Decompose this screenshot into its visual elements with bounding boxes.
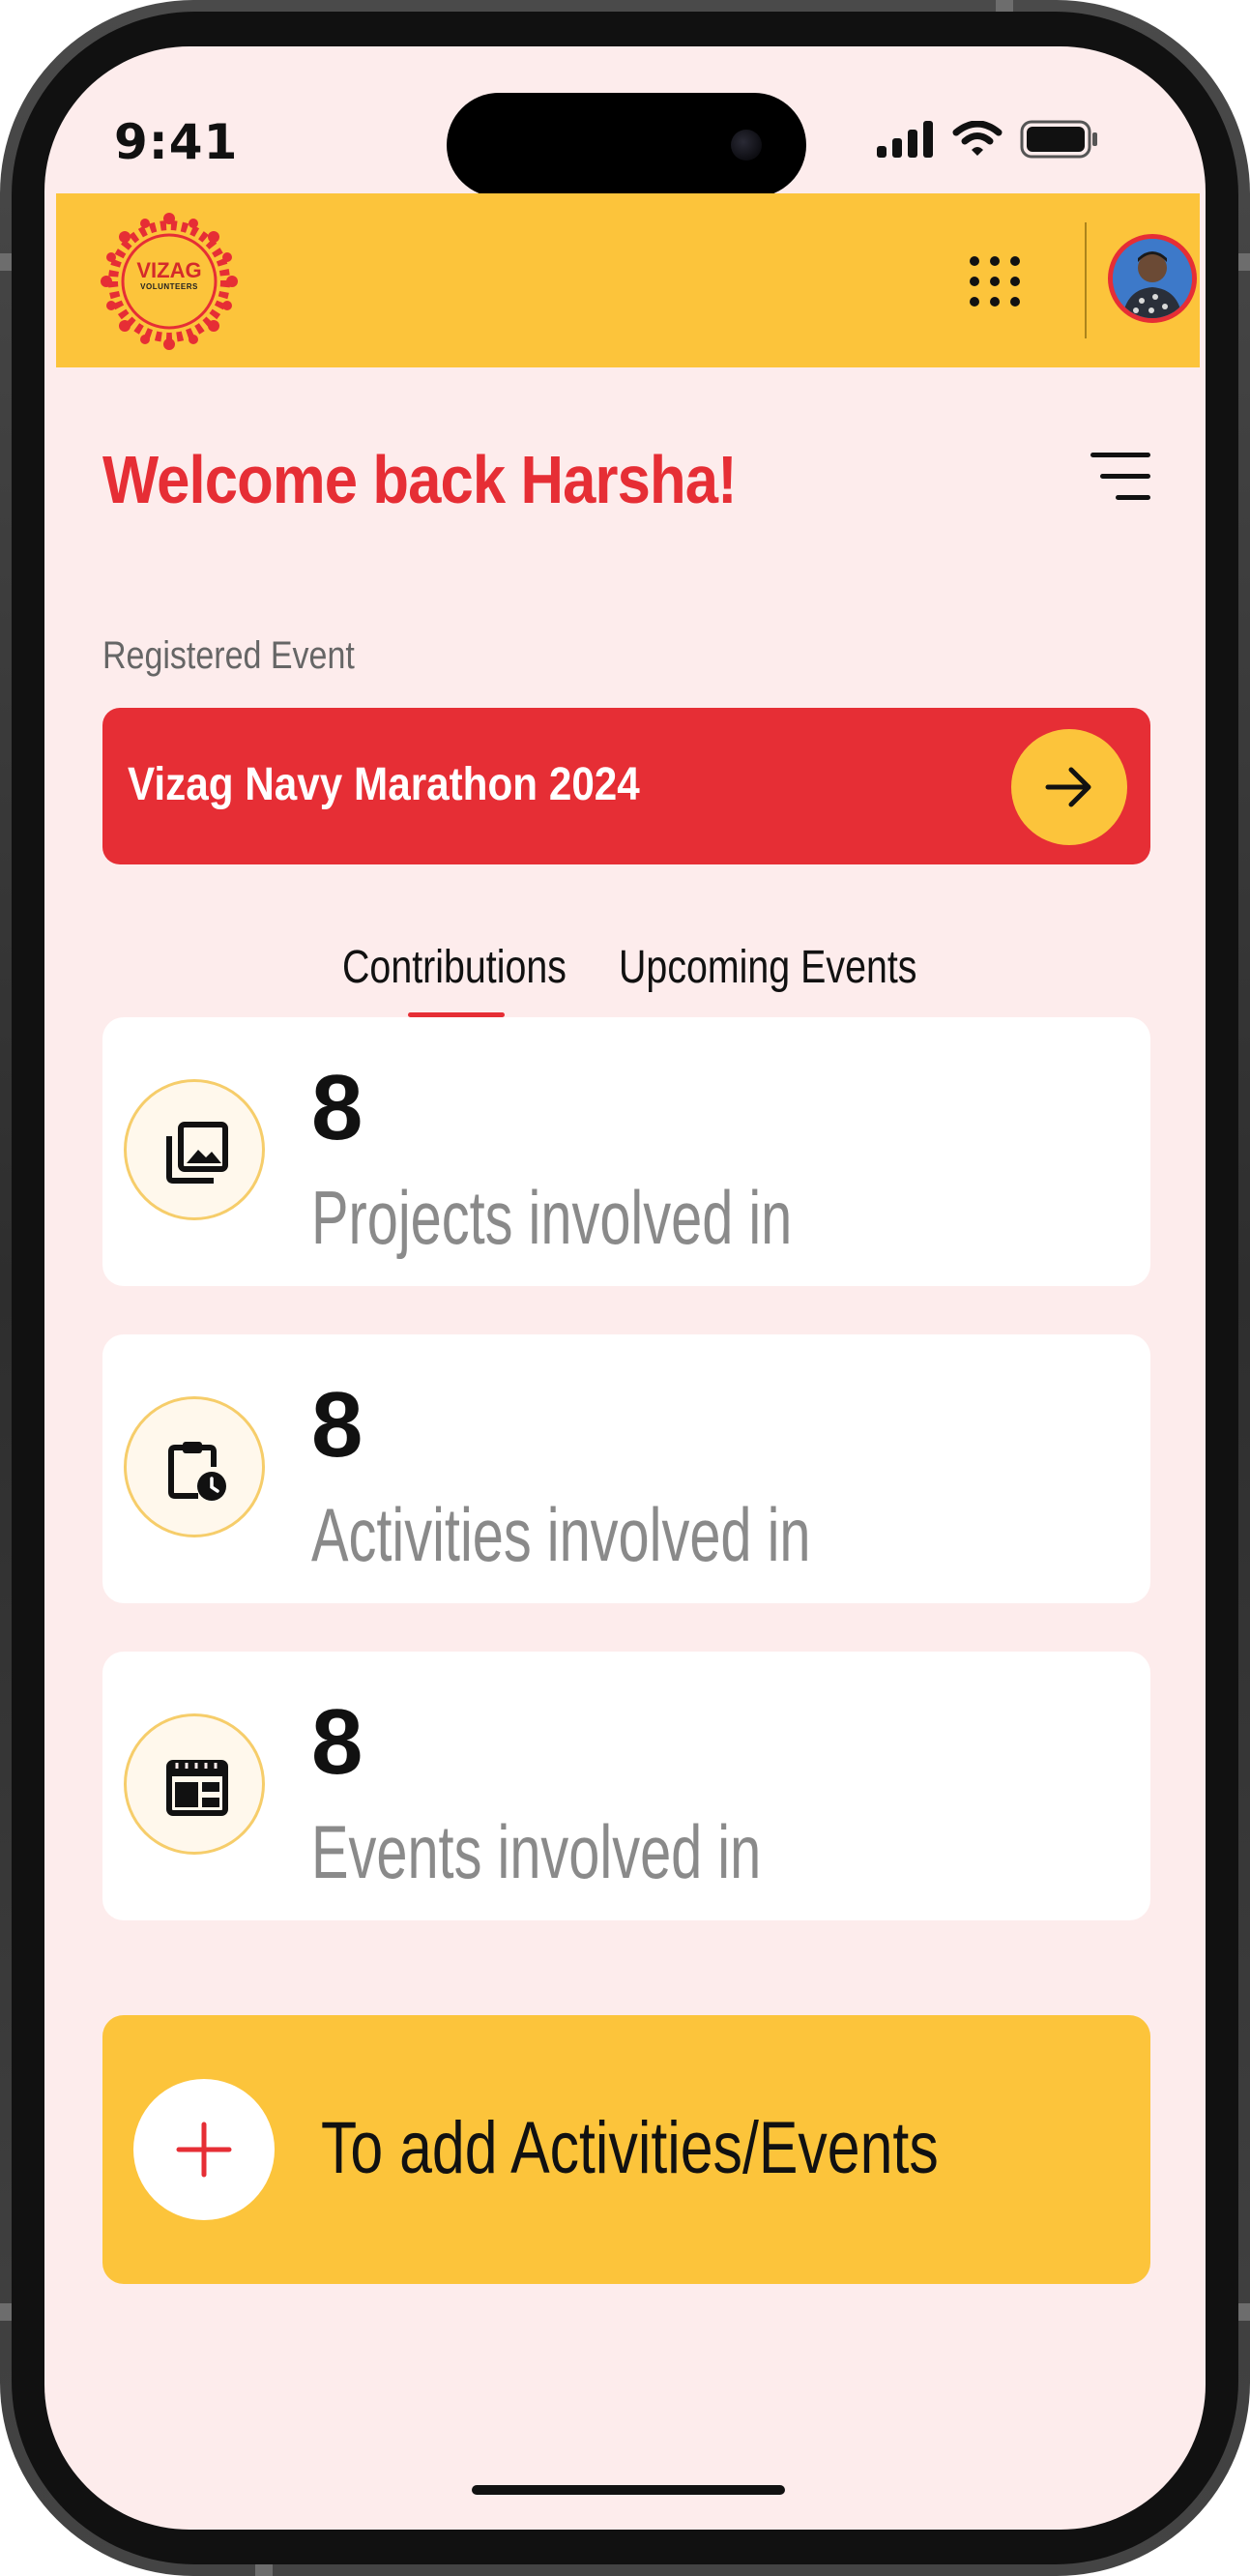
page-title: Welcome back Harsha!	[102, 442, 738, 517]
signal-icon	[877, 121, 933, 158]
menu-line	[1116, 495, 1150, 500]
stat-label: Projects involved in	[311, 1175, 793, 1260]
clipboard-clock-icon	[168, 1442, 226, 1501]
side-button	[1238, 253, 1250, 271]
side-button	[255, 2564, 273, 2576]
gallery-icon	[166, 1122, 228, 1184]
menu-button[interactable]	[1087, 453, 1150, 501]
registered-event-card[interactable]: Vizag Navy Marathon 2024	[102, 708, 1150, 864]
stat-icon-wrap	[124, 1396, 265, 1537]
logo-subtitle: VOLUNTEERS	[140, 282, 198, 291]
event-arrow-button[interactable]	[1011, 729, 1127, 845]
status-icons	[877, 120, 1099, 159]
side-button	[0, 2303, 12, 2321]
add-activities-label: To add Activities/Events	[321, 2107, 939, 2189]
add-activities-card[interactable]: To add Activities/Events	[102, 2015, 1150, 2284]
stat-card-events[interactable]: 8 Events involved in	[102, 1652, 1150, 1920]
stat-label: Activities involved in	[311, 1492, 811, 1577]
battery-icon	[1020, 120, 1097, 159]
add-button[interactable]	[133, 2079, 275, 2220]
logo-title: VIZAG	[136, 258, 202, 282]
stat-label: Events involved in	[311, 1809, 762, 1894]
stat-value: 8	[311, 1373, 363, 1477]
user-avatar[interactable]	[1108, 234, 1197, 323]
dynamic-island	[447, 93, 806, 197]
wifi-icon	[952, 121, 1003, 156]
side-button	[996, 0, 1013, 12]
tab-upcoming-events[interactable]: Upcoming Events	[619, 941, 916, 994]
tab-contributions[interactable]: Contributions	[342, 941, 567, 994]
stat-icon-wrap	[124, 1079, 265, 1220]
camera-icon	[731, 130, 762, 161]
menu-line	[1100, 474, 1150, 479]
app-header: VIZAG VOLUNTEERS	[56, 193, 1200, 367]
avatar-person-icon	[1113, 239, 1192, 318]
header-divider	[1085, 222, 1087, 338]
home-indicator[interactable]	[472, 2485, 785, 2495]
side-button	[0, 253, 12, 271]
menu-line	[1090, 453, 1150, 457]
registered-event-title: Vizag Navy Marathon 2024	[128, 759, 640, 810]
side-button	[1238, 2303, 1250, 2321]
app-logo[interactable]: VIZAG VOLUNTEERS	[99, 211, 240, 352]
arrow-right-icon	[1045, 767, 1091, 807]
stat-value: 8	[311, 1690, 363, 1794]
calendar-icon	[166, 1760, 228, 1816]
status-time: 9:41	[114, 114, 239, 170]
stat-card-projects[interactable]: 8 Projects involved in	[102, 1017, 1150, 1286]
app-screen: 9:41 VIZAG VOLUNTEERS Welcome back Harsh…	[44, 46, 1206, 2530]
logo-text: VIZAG VOLUNTEERS	[126, 244, 213, 319]
stat-card-activities[interactable]: 8 Activities involved in	[102, 1334, 1150, 1603]
plus-icon	[176, 2122, 232, 2178]
registered-event-label: Registered Event	[102, 634, 355, 677]
apps-grid-button[interactable]	[965, 251, 1025, 311]
stat-icon-wrap	[124, 1713, 265, 1855]
grid-dots-icon	[970, 256, 1020, 307]
stat-value: 8	[311, 1056, 363, 1159]
